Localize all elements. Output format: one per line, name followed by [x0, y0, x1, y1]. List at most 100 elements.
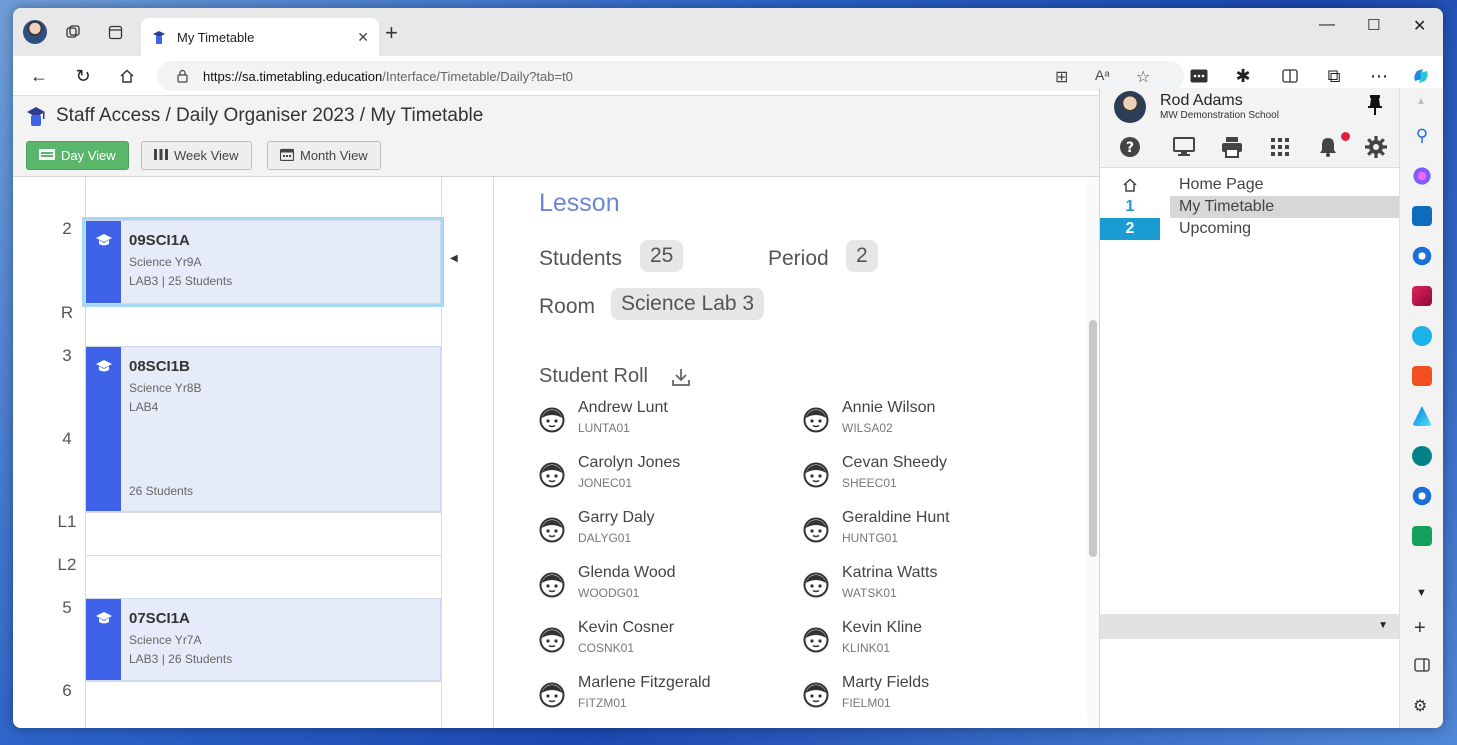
lesson-detail-panel: Lesson Students 25 Period 2 Room Science…	[493, 177, 1087, 728]
settings-gear-icon[interactable]	[1364, 135, 1388, 159]
calendar-icon	[279, 148, 295, 164]
month-view-label: Month View	[300, 148, 368, 163]
notification-badge	[1341, 132, 1350, 141]
month-view-button[interactable]: Month View	[267, 141, 381, 170]
sidebar-toggle-icon[interactable]	[1414, 658, 1430, 677]
add-icon[interactable]: +	[1414, 617, 1426, 640]
day-view-icon	[39, 148, 55, 163]
student-entry[interactable]: Katrina Watts WATSK01	[803, 564, 1053, 608]
print-icon[interactable]	[1220, 135, 1244, 159]
user-name: Rod Adams	[1160, 92, 1243, 109]
azure-icon[interactable]	[1412, 406, 1432, 426]
app-available-icon[interactable]: ⊞	[1055, 67, 1068, 87]
split-screen-icon[interactable]	[1278, 64, 1302, 88]
detail-scrollbar[interactable]	[1087, 177, 1099, 728]
workspaces-icon[interactable]	[59, 20, 87, 44]
nav-item-home-page[interactable]: Home Page	[1100, 174, 1400, 196]
home-icon[interactable]	[115, 64, 139, 88]
day-view-button[interactable]: Day View	[26, 141, 129, 170]
slot-divider	[85, 512, 441, 513]
copilot-icon[interactable]	[1409, 64, 1433, 88]
minimize-icon[interactable]: —	[1319, 16, 1335, 34]
nav-item-upcoming[interactable]: 2 Upcoming	[1100, 218, 1400, 240]
scroll-down-icon[interactable]: ▼	[1416, 587, 1427, 599]
settings-app-icon[interactable]	[1412, 486, 1432, 506]
student-entry[interactable]: Andrew Lunt LUNTA01	[539, 399, 789, 443]
window-close-icon[interactable]: ✕	[1413, 16, 1426, 36]
student-entry[interactable]: Cevan Sheedy SHEEC01	[803, 454, 1053, 498]
profile-button[interactable]	[21, 20, 49, 44]
lesson-card[interactable]: 09SCI1A Science Yr9A LAB3 | 25 Students	[82, 217, 444, 307]
maximize-icon[interactable]: ☐	[1367, 16, 1380, 34]
monitor-icon[interactable]	[1172, 135, 1196, 159]
student-id: KLINK01	[842, 641, 891, 655]
more-menu-icon[interactable]: ⋯	[1367, 64, 1391, 88]
scroll-up-icon[interactable]: ▲	[1416, 96, 1426, 107]
outlook-icon[interactable]	[1412, 206, 1432, 226]
url-field[interactable]: https://sa.timetabling.education/Interfa…	[157, 61, 1184, 91]
collapse-panel-icon[interactable]: ◀	[450, 253, 458, 264]
tab-my-timetable[interactable]: My Timetable ✕	[141, 18, 379, 56]
bing-icon[interactable]	[1412, 286, 1432, 306]
student-entry[interactable]: Annie Wilson WILSA02	[803, 399, 1053, 443]
chevron-down-icon[interactable]: ▼	[1378, 620, 1388, 631]
copilot-sidebar-icon[interactable]	[1412, 166, 1432, 186]
student-entry[interactable]: Kevin Kline KLINK01	[803, 619, 1053, 663]
tab-actions-icon[interactable]	[101, 20, 129, 44]
period-label: 5	[62, 598, 72, 617]
student-entry[interactable]: Garry Daly DALYG01	[539, 509, 789, 553]
sharepoint-icon[interactable]	[1412, 446, 1432, 466]
collections-icon[interactable]: ⧉	[1322, 64, 1346, 88]
app-icon[interactable]	[1412, 526, 1432, 546]
student-face-icon	[803, 572, 829, 598]
sidebar-settings-icon[interactable]: ⚙	[1413, 696, 1427, 716]
student-entry[interactable]: Kevin Cosner COSNK01	[539, 619, 789, 663]
extensions-puzzle-icon[interactable]: ✱	[1231, 64, 1255, 88]
user-school: MW Demonstration School	[1160, 110, 1279, 121]
pin-icon[interactable]	[1366, 94, 1384, 116]
lock-icon[interactable]	[177, 69, 188, 83]
student-entry[interactable]: Marlene Fitzgerald FITZM01	[539, 674, 789, 718]
back-icon[interactable]: ←	[27, 64, 51, 88]
room-value: Science Lab 3	[611, 288, 765, 320]
student-name: Kevin Kline	[842, 619, 923, 636]
student-name: Marty Fields	[842, 674, 930, 691]
student-id: WOODG01	[578, 586, 640, 600]
timetable-column: 2 R 3 4 L1 L2 5 6 09SCI1A Science Yr9A L…	[13, 177, 493, 728]
office-icon[interactable]	[1412, 366, 1432, 386]
student-entry[interactable]: Glenda Wood WOODG01	[539, 564, 789, 608]
apps-grid-icon[interactable]	[1268, 135, 1292, 159]
tab-close-icon[interactable]: ✕	[357, 29, 369, 46]
new-tab-button[interactable]: +	[385, 20, 398, 46]
notification-bell-icon[interactable]	[1316, 135, 1340, 159]
student-entry[interactable]: Marty Fields FIELM01	[803, 674, 1053, 718]
student-id: COSNK01	[578, 641, 635, 655]
week-view-button[interactable]: Week View	[141, 141, 252, 170]
read-aloud-icon[interactable]: Aᵃ	[1095, 67, 1110, 83]
lesson-card[interactable]: 07SCI1A Science Yr7A LAB3 | 26 Students	[85, 598, 441, 681]
lesson-card[interactable]: 08SCI1B Science Yr8B LAB4 26 Students	[85, 346, 441, 512]
nav-item-my-timetable[interactable]: 1 My Timetable	[1100, 196, 1400, 218]
favorite-star-icon[interactable]: ☆	[1136, 67, 1150, 87]
tools-gear-icon[interactable]	[1412, 246, 1432, 266]
help-icon[interactable]: ?	[1118, 135, 1142, 159]
student-entry[interactable]: Carolyn Jones JONEC01	[539, 454, 789, 498]
edge-sidebar: ▲ ⚲ ▼ + ⚙	[1399, 88, 1443, 728]
side-panel-footer: ▼	[1100, 614, 1400, 639]
xbox-icon[interactable]	[1412, 326, 1432, 346]
period-label: 3	[62, 346, 72, 365]
svg-text:?: ?	[1126, 140, 1134, 156]
download-icon[interactable]	[670, 366, 692, 388]
lesson-subject: Science Yr8B	[129, 381, 202, 395]
student-entry[interactable]: Geraldine Hunt HUNTG01	[803, 509, 1053, 553]
student-name: Garry Daly	[578, 509, 655, 526]
student-name: Glenda Wood	[578, 564, 676, 581]
refresh-icon[interactable]: ↻	[71, 64, 95, 88]
student-face-icon	[803, 407, 829, 433]
scrollbar-thumb[interactable]	[1089, 320, 1097, 557]
student-id: FITZM01	[578, 696, 627, 710]
day-view-label: Day View	[61, 148, 116, 163]
extension-icon[interactable]	[1187, 64, 1211, 88]
url-host: https://sa.timetabling.education	[203, 68, 383, 84]
search-icon[interactable]: ⚲	[1412, 126, 1432, 146]
